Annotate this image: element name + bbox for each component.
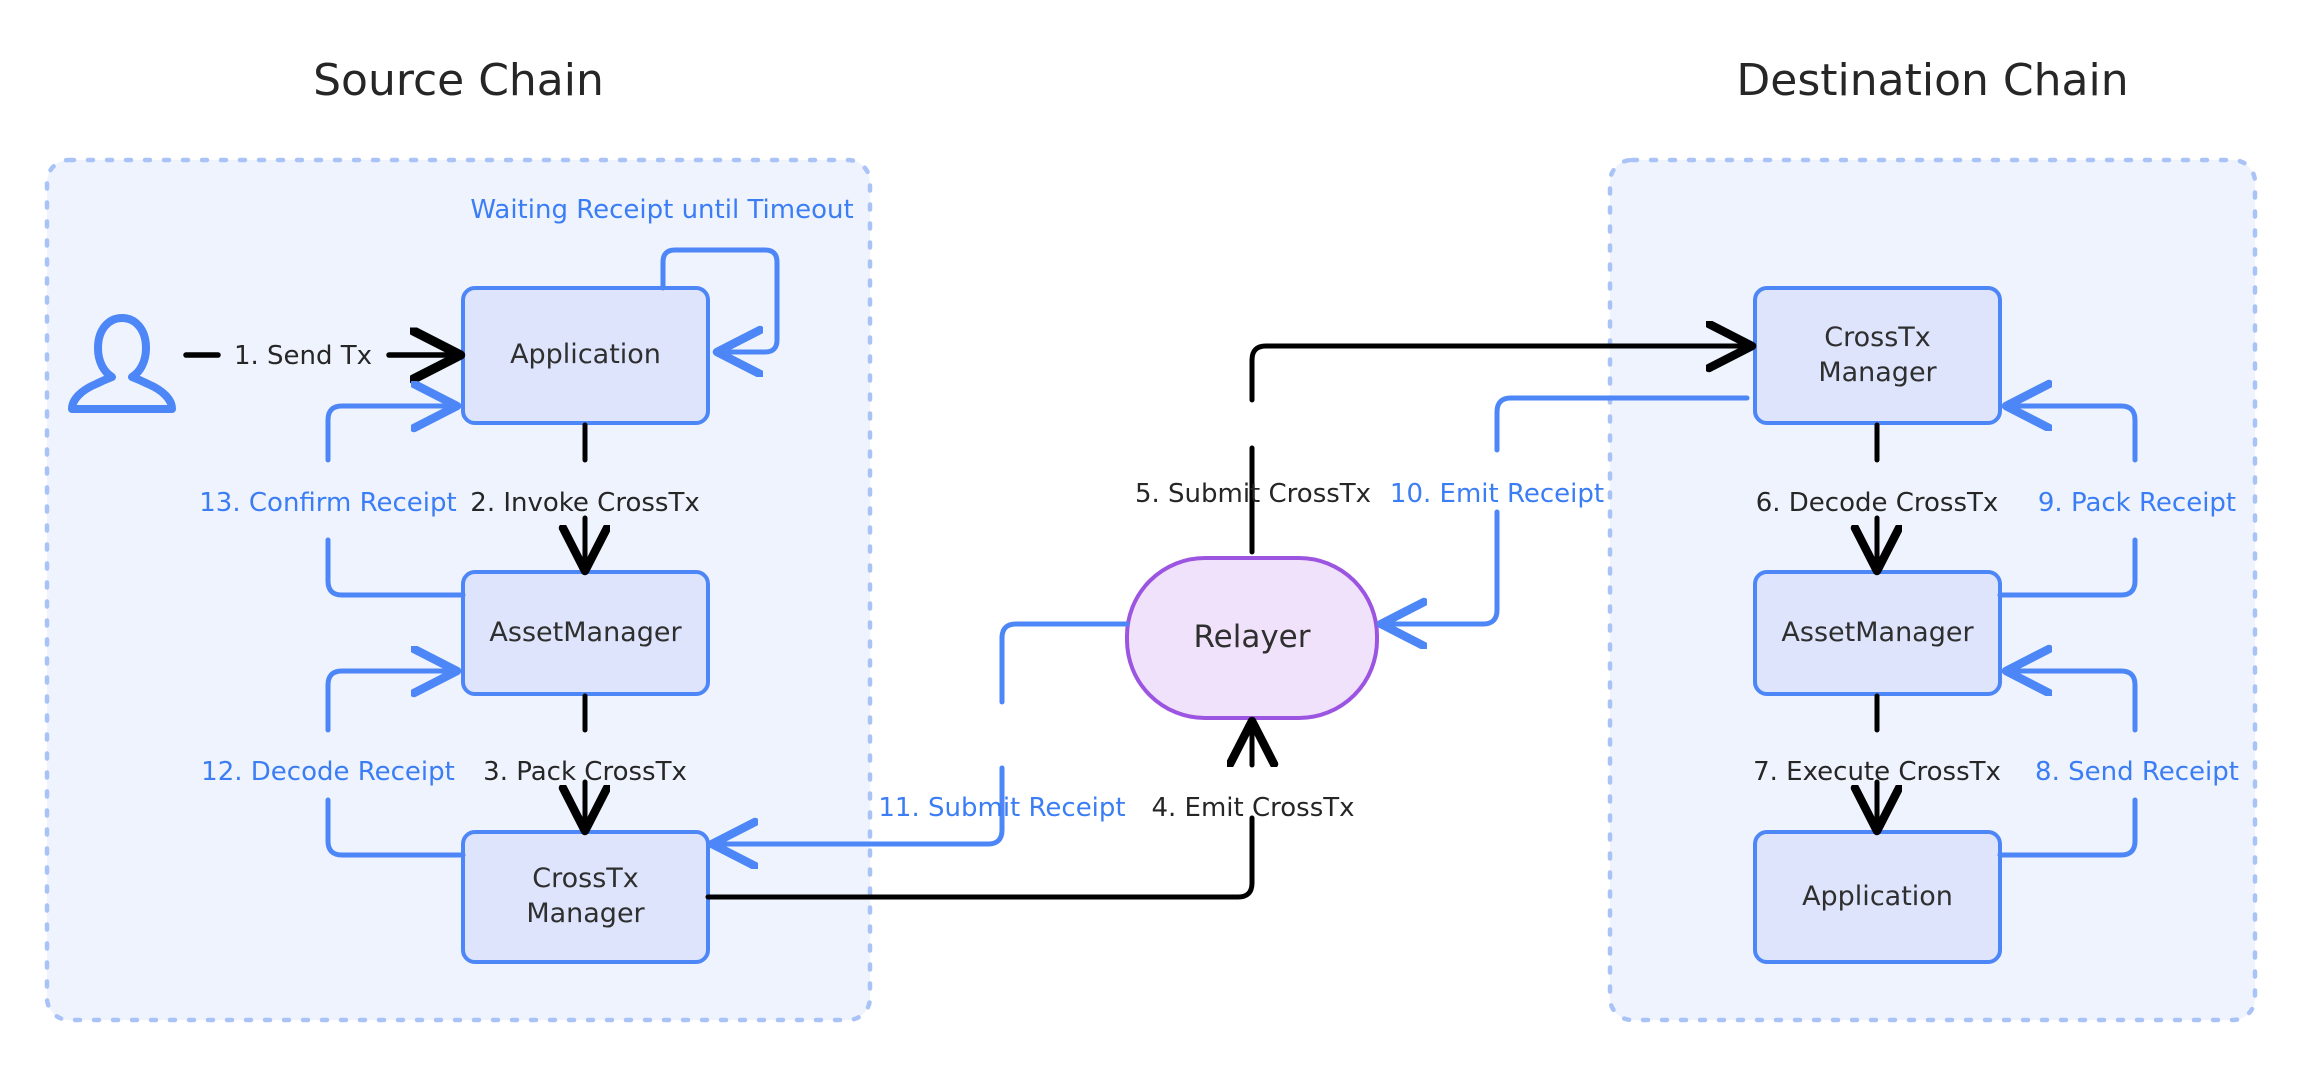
step-8-label: 8. Send Receipt [2035,757,2239,787]
dest-crosstxmanager-box[interactable] [1753,286,2002,425]
destination-chain-title: Destination Chain [1736,55,2129,106]
diagram-canvas: Source Chain Destination Chain Waiting R… [0,0,2304,1070]
step-7-label: 7. Execute CrossTx [1753,757,2001,787]
step-10-label: 10. Emit Receipt [1389,479,1605,509]
step-6-label: 6. Decode CrossTx [1755,488,1999,518]
dest-application-box[interactable] [1753,830,2002,964]
step-13-label: 13. Confirm Receipt [199,488,457,518]
step-12-label: 12. Decode Receipt [201,757,455,787]
step-4-label: 4. Emit CrossTx [1151,793,1355,823]
source-chain-container [44,157,873,1023]
relayer-node[interactable] [1125,556,1379,720]
waiting-receipt-note: Waiting Receipt until Timeout [470,195,854,225]
step-5-label: 5. Submit CrossTx [1134,479,1372,509]
diagram-svg [44,157,2258,1023]
edge-11-submit-receipt-upper [999,621,1130,705]
step-3-label: 3. Pack CrossTx [483,757,687,787]
dest-assetmanager-box[interactable] [1753,570,2002,696]
step-1-label: 1. Send Tx [233,341,373,371]
source-application-box[interactable] [461,286,710,425]
source-chain-title: Source Chain [313,55,604,106]
step-9-label: 9. Pack Receipt [2037,488,2237,518]
source-crosstxmanager-box[interactable] [461,830,710,964]
step-11-label: 11. Submit Receipt [878,793,1126,823]
edge-10-emit-receipt-lower [1386,509,1500,624]
step-2-label: 2. Invoke CrossTx [470,488,700,518]
source-assetmanager-box[interactable] [461,570,710,696]
